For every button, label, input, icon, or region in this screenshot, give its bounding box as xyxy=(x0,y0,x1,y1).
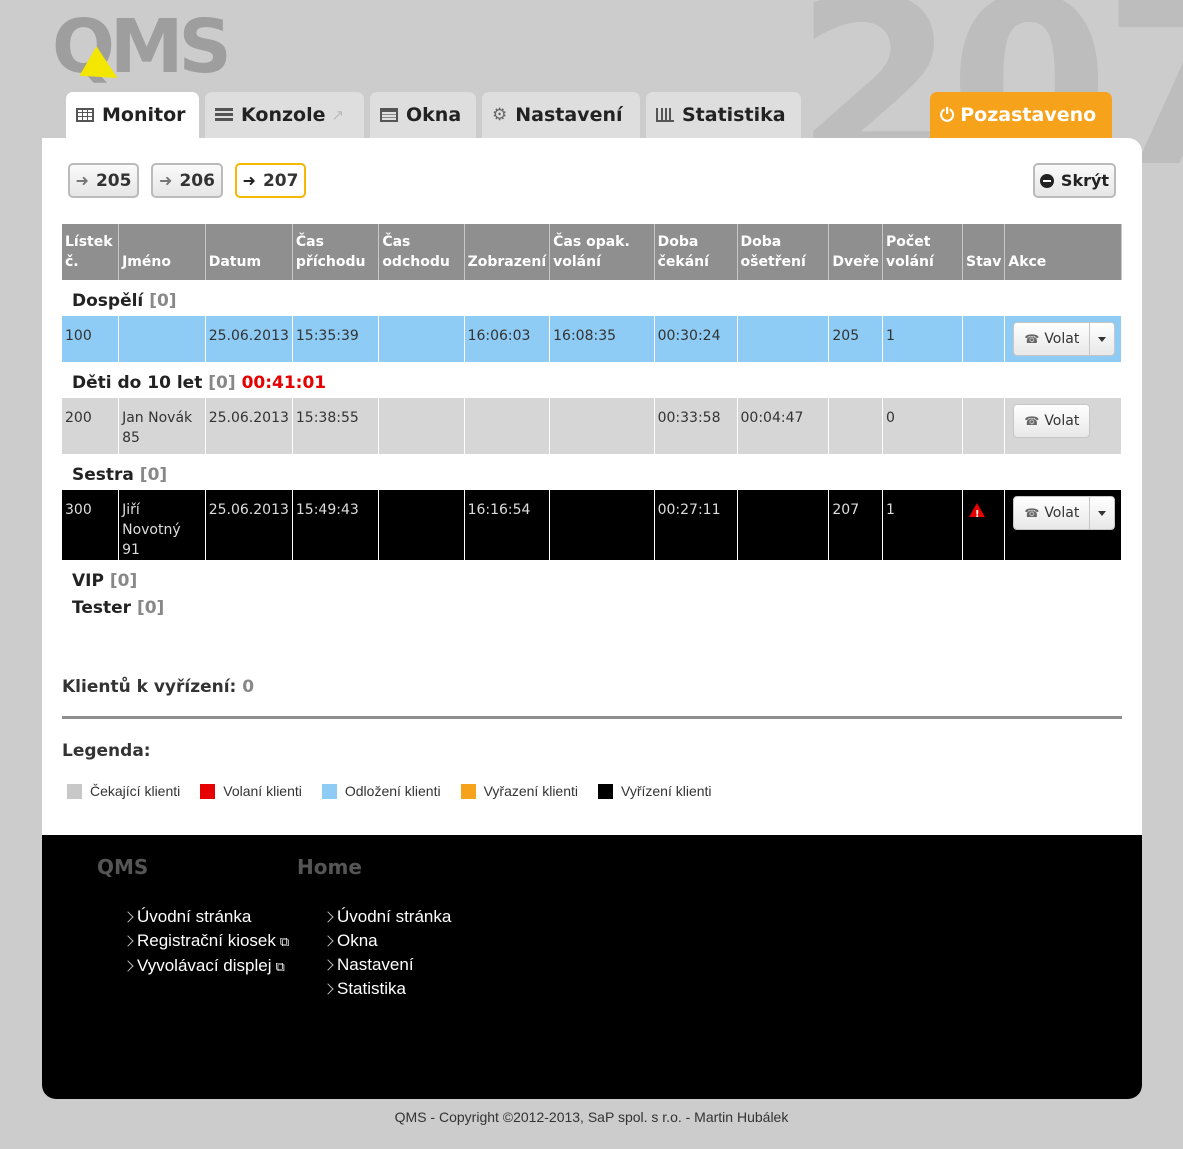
hide-button[interactable]: Skrýt xyxy=(1033,163,1116,198)
footer-link[interactable]: Statistika xyxy=(323,977,451,1001)
window-icon xyxy=(380,108,398,122)
external-link-icon: ↗ xyxy=(331,106,345,124)
footer-link[interactable]: Nastavení xyxy=(323,953,451,977)
external-link-icon: ⧉ xyxy=(279,934,290,949)
legend-title: Legenda: xyxy=(62,741,151,761)
column-header[interactable]: Zobrazení xyxy=(464,224,551,280)
legend-swatch xyxy=(460,783,476,799)
legend-item: Čekající klienti xyxy=(67,783,180,799)
phone-icon: ☎ xyxy=(1024,506,1040,520)
legend: Čekající klienti Volaní klienti Odložení… xyxy=(67,783,732,799)
column-header[interactable]: Lístek č. xyxy=(62,224,120,280)
queue-table: Lístek č. Jméno Datum Čas příchodu Čas odch… xyxy=(62,224,1122,632)
footer-heading: QMS xyxy=(97,855,149,879)
pause-label: Pozastaveno xyxy=(960,104,1097,126)
door-button-205[interactable]: ➜ 205 xyxy=(68,163,139,198)
group-timer: 00:41:01 xyxy=(241,373,327,393)
legend-item: Odložení klienti xyxy=(321,783,441,799)
footer-column-home: Home Úvodní stránka Okna Nastavení Stati… xyxy=(297,855,451,1001)
footer-link[interactable]: Okna xyxy=(323,929,451,953)
warning-icon xyxy=(969,503,985,525)
door-label: 206 xyxy=(179,170,215,191)
call-dropdown-button[interactable] xyxy=(1090,496,1116,530)
group-header-sestra: Sestra [0] xyxy=(62,454,1122,490)
legend-swatch xyxy=(67,783,82,799)
call-button[interactable]: ☎ Volat xyxy=(1013,404,1091,438)
power-icon: ⏻ xyxy=(940,104,955,126)
column-header[interactable]: Čas odchodu xyxy=(378,224,465,280)
column-header: Akce xyxy=(1004,224,1122,280)
phone-icon: ☎ xyxy=(1024,332,1040,346)
door-label: 207 xyxy=(262,170,299,191)
group-header-vip: VIP [0] xyxy=(62,560,1122,596)
group-header-tester: Tester [0] xyxy=(62,596,1122,632)
footer-column-qms: QMS Úvodní stránka Registrační kiosek ⧉ V… xyxy=(97,855,289,979)
tab-label: Monitor xyxy=(102,104,186,126)
column-header[interactable]: Datum xyxy=(205,224,293,280)
tab-nastaveni[interactable]: ⚙ Nastavení xyxy=(482,92,640,138)
legend-item: Volaní klienti xyxy=(200,783,302,799)
footer-link[interactable]: Registrační kiosek ⧉ xyxy=(123,929,289,954)
clients-pending: Klientů k vyřízení: 0 xyxy=(62,677,255,697)
tab-label: Konzole xyxy=(241,104,326,126)
group-header-dospeli: Dospělí [0] xyxy=(62,280,1122,316)
table-header-row: Lístek č. Jméno Datum Čas příchodu Čas odch… xyxy=(62,224,1122,280)
hide-label: Skrýt xyxy=(1060,171,1110,190)
caret-down-icon xyxy=(1098,336,1107,342)
minus-circle-icon xyxy=(1039,173,1054,188)
footer-link[interactable]: Vyvolávací displej ⧉ xyxy=(123,954,289,979)
legend-item: Vyřazení klienti xyxy=(460,783,578,799)
sign-in-icon: ➜ xyxy=(242,171,256,190)
legend-item: Vyřízení klienti xyxy=(598,783,712,799)
call-button[interactable]: ☎ Volat xyxy=(1013,322,1091,356)
legend-swatch xyxy=(321,783,337,799)
footer-link[interactable]: Úvodní stránka xyxy=(123,905,289,929)
tab-okna[interactable]: Okna xyxy=(370,92,476,138)
gears-icon: ⚙ xyxy=(492,104,508,125)
tab-konzole[interactable]: Konzole ↗ xyxy=(205,92,364,138)
qms-logo: QMS xyxy=(52,4,232,90)
sign-in-icon: ➜ xyxy=(75,171,89,190)
tab-label: Statistika xyxy=(682,104,786,126)
bar-chart-icon xyxy=(656,108,674,122)
column-header[interactable]: Doba čekání xyxy=(654,224,738,280)
tab-label: Okna xyxy=(406,104,462,126)
group-header-deti: Děti do 10 let [0] 00:41:01 xyxy=(62,362,1122,398)
call-dropdown-button[interactable] xyxy=(1090,322,1116,356)
column-header[interactable]: Čas opak. volání xyxy=(549,224,655,280)
legend-swatch xyxy=(200,783,216,799)
footer-heading: Home xyxy=(297,855,362,879)
list-icon xyxy=(215,108,233,122)
sign-in-icon: ➜ xyxy=(159,171,173,190)
table-icon xyxy=(76,108,94,122)
column-header[interactable]: Počet volání xyxy=(882,224,963,280)
legend-swatch xyxy=(598,783,614,799)
pause-button[interactable]: ⏻ Pozastaveno xyxy=(930,92,1112,138)
footer-link[interactable]: Úvodní stránka xyxy=(323,905,451,929)
column-header[interactable]: Dveře xyxy=(828,224,884,280)
phone-icon: ☎ xyxy=(1024,414,1040,428)
column-header[interactable]: Stav xyxy=(962,224,1006,280)
divider xyxy=(62,716,1122,719)
external-link-icon: ⧉ xyxy=(275,959,285,974)
table-row[interactable]: 300 Jiří Novotný 91 25.06.2013 15:49:43 … xyxy=(62,490,1122,560)
tab-monitor[interactable]: Monitor xyxy=(66,92,199,138)
door-button-206[interactable]: ➜ 206 xyxy=(151,163,223,198)
tab-statistika[interactable]: Statistika xyxy=(646,92,801,138)
caret-down-icon xyxy=(1098,510,1107,516)
column-header[interactable]: Čas příchodu xyxy=(292,224,380,280)
door-button-207[interactable]: ➜ 207 xyxy=(235,163,306,198)
table-row[interactable]: 100 25.06.2013 15:35:39 16:06:03 16:08:3… xyxy=(62,316,1122,362)
table-row[interactable]: 200 Jan Novák 85 25.06.2013 15:38:55 00:… xyxy=(62,398,1122,454)
column-header[interactable]: Jméno xyxy=(118,224,206,280)
column-header[interactable]: Doba ošetření xyxy=(737,224,830,280)
tab-label: Nastavení xyxy=(515,104,623,126)
copyright: QMS - Copyright ©2012-2013, SaP spol. s … xyxy=(394,1109,789,1125)
call-button[interactable]: ☎ Volat xyxy=(1013,496,1091,530)
door-label: 205 xyxy=(95,170,132,191)
